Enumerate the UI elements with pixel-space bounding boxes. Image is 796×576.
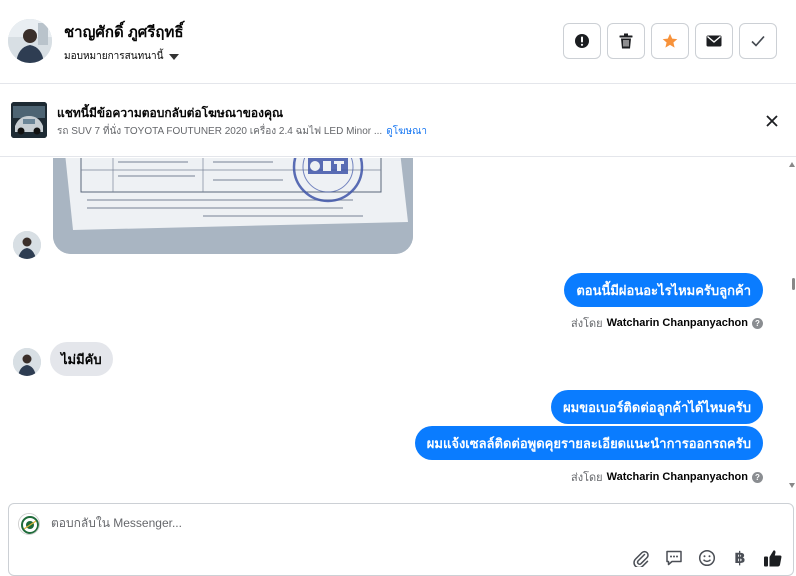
- scroll-thumb[interactable]: [792, 278, 795, 290]
- emoji-button[interactable]: [697, 548, 717, 568]
- chat-scrollbar[interactable]: [788, 158, 796, 502]
- speech-bubble-icon: [666, 550, 682, 566]
- incoming-message[interactable]: ไม่มีคับ: [50, 342, 113, 376]
- caret-down-icon: [169, 54, 180, 60]
- baht-icon: ฿: [734, 550, 746, 567]
- assign-conversation-label: มอบหมายการสนทนานี้: [64, 51, 164, 62]
- sent-by-label: ส่งโดย Watcharin Chanpanyachon ?: [571, 468, 763, 486]
- delete-button[interactable]: [607, 23, 645, 59]
- sent-by-label: ส่งโดย Watcharin Chanpanyachon ?: [571, 314, 763, 332]
- sender-name: Watcharin Chanpanyachon: [606, 471, 748, 483]
- close-icon: [766, 115, 778, 127]
- ad-thumbnail[interactable]: [11, 102, 47, 138]
- contact-avatar-small[interactable]: [13, 231, 41, 259]
- checkmark-icon: [751, 35, 765, 47]
- message-composer: ฿: [8, 503, 794, 576]
- attach-button[interactable]: [631, 548, 651, 568]
- envelope-icon: [706, 35, 722, 47]
- emoji-icon: [698, 549, 716, 567]
- contact-avatar-small[interactable]: [13, 348, 41, 376]
- help-icon[interactable]: ?: [752, 317, 763, 329]
- ad-banner-subtitle: รถ SUV 7 ที่นั่ง TOYOTA FOUTUNER 2020 เค…: [57, 124, 427, 139]
- help-icon[interactable]: ?: [752, 471, 763, 483]
- page-avatar: [18, 513, 40, 535]
- ad-banner-title: แชทนี้มีข้อความตอบกลับต่อโฆษณาของคุณ: [57, 106, 284, 120]
- outgoing-message[interactable]: ผมแจ้งเซลล์ติดต่อพูดคุยรายละเอียดแนะนำกา…: [414, 426, 763, 460]
- star-icon: [662, 33, 678, 48]
- reply-input[interactable]: [51, 516, 691, 530]
- sent-by-prefix: ส่งโดย: [571, 472, 603, 484]
- star-button[interactable]: [651, 23, 689, 59]
- send-like-button[interactable]: [763, 548, 783, 568]
- mark-spam-button[interactable]: [563, 23, 601, 59]
- mark-unread-button[interactable]: [695, 23, 733, 59]
- outgoing-message[interactable]: ตอนนี้มีผ่อนอะไรไหมครับลูกค้า: [564, 273, 763, 307]
- view-ad-link[interactable]: ดูโฆษณา: [386, 126, 427, 137]
- paperclip-icon: [633, 550, 649, 567]
- message-thread[interactable]: ตอนนี้มีผ่อนอะไรไหมครับลูกค้า ส่งโดย Wat…: [0, 158, 796, 502]
- contact-name: ชาญศักดิ์ ภูศรีฤทธิ์: [64, 24, 184, 41]
- close-banner-button[interactable]: [764, 113, 780, 129]
- image-message[interactable]: [53, 158, 413, 254]
- ad-reply-banner: แชทนี้มีข้อความตอบกลับต่อโฆษณาของคุณ รถ …: [0, 85, 796, 157]
- ad-description: รถ SUV 7 ที่นั่ง TOYOTA FOUTUNER 2020 เค…: [57, 126, 383, 137]
- alert-circle-icon: [575, 34, 589, 48]
- saved-replies-button[interactable]: [664, 548, 684, 568]
- trash-icon: [619, 33, 633, 49]
- outgoing-message[interactable]: ผมขอเบอร์ติดต่อลูกค้าได้ไหมครับ: [551, 390, 763, 424]
- mark-done-button[interactable]: [739, 23, 777, 59]
- assign-conversation-dropdown[interactable]: มอบหมายการสนทนานี้: [64, 49, 180, 64]
- scroll-up-icon[interactable]: [789, 162, 795, 167]
- contact-avatar[interactable]: [8, 19, 52, 63]
- thumbs-up-icon: [764, 550, 782, 567]
- header-actions: [563, 23, 777, 59]
- scroll-down-icon[interactable]: [789, 483, 795, 488]
- conversation-header: ชาญศักดิ์ ภูศรีฤทธิ์ มอบหมายการสนทนานี้: [0, 0, 796, 84]
- sender-name: Watcharin Chanpanyachon: [606, 317, 748, 329]
- sent-by-prefix: ส่งโดย: [571, 318, 603, 330]
- payment-button[interactable]: ฿: [730, 548, 750, 568]
- composer-tools: ฿: [631, 548, 783, 568]
